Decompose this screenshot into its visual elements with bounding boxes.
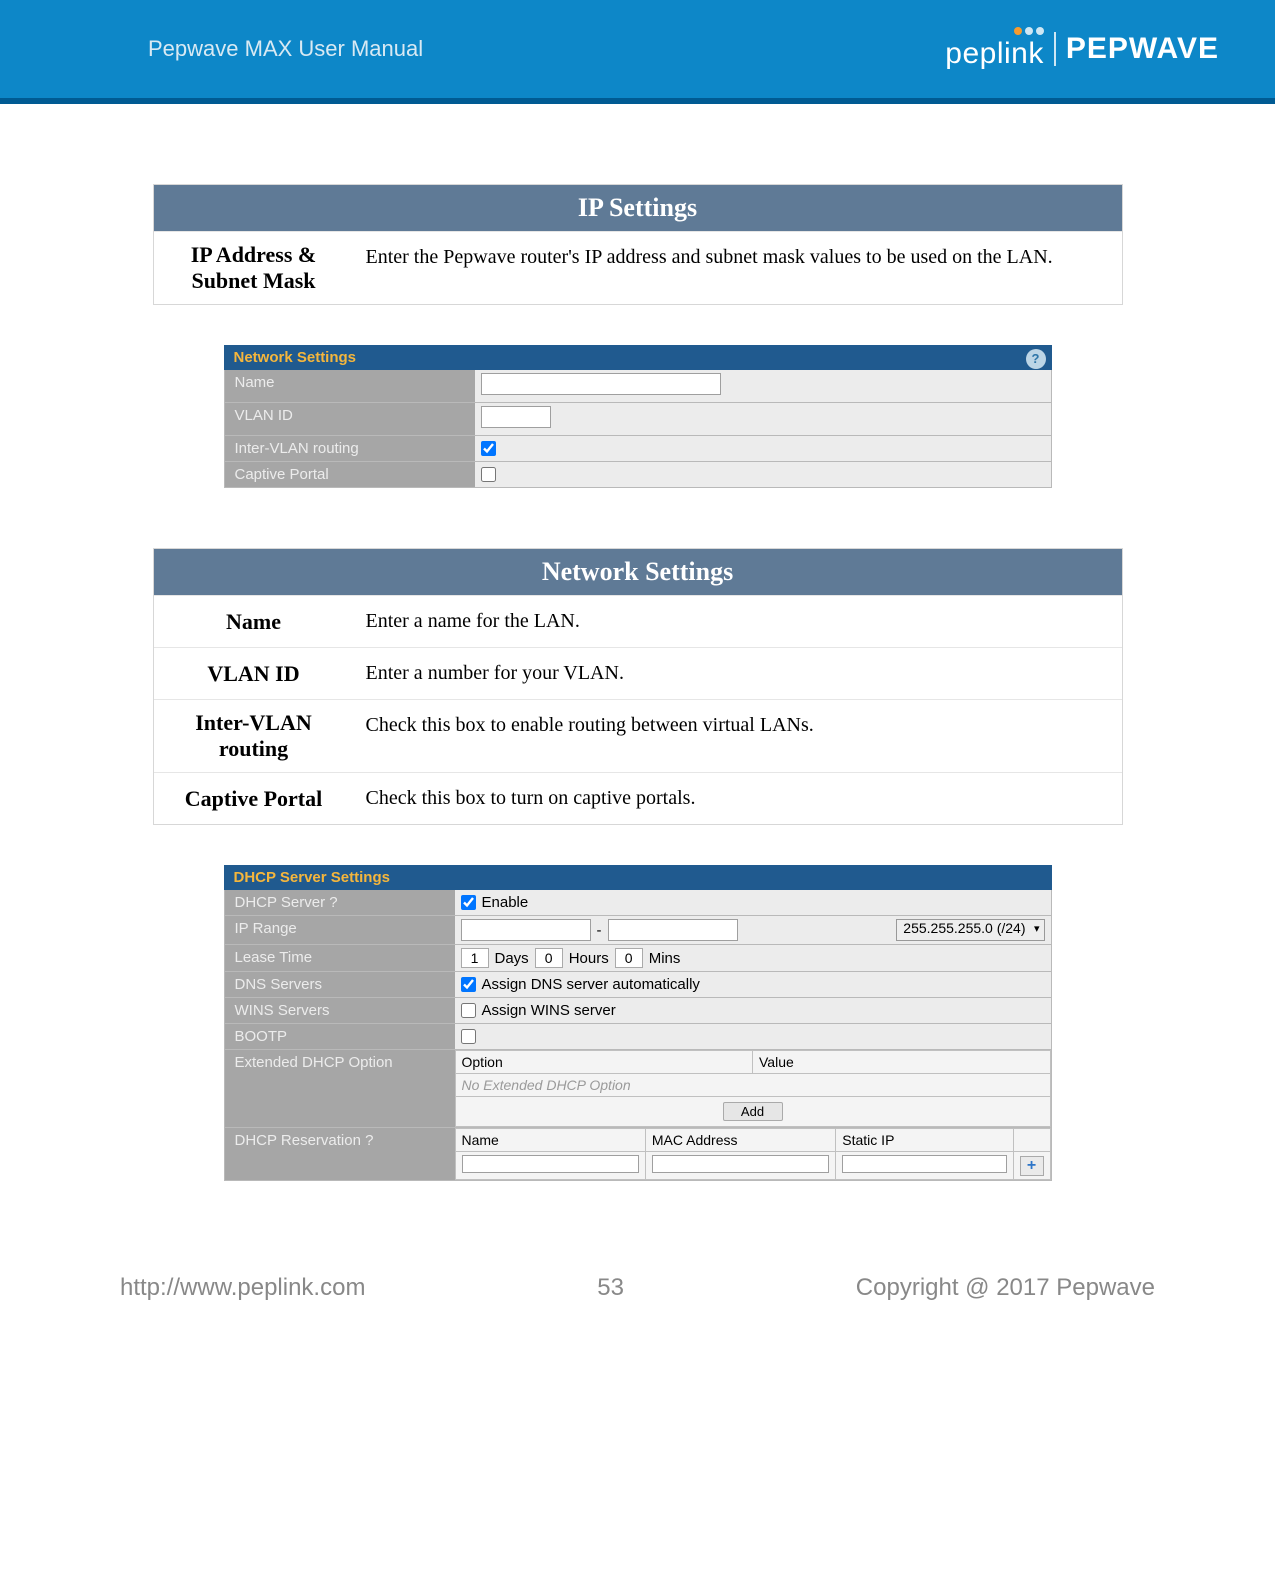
mins-label: Mins [649, 950, 681, 967]
wins-servers-label: WINS Servers [225, 998, 455, 1023]
wins-assign-label: Assign WINS server [482, 1002, 616, 1019]
network-settings-doc: Network Settings Name Enter a name for t… [153, 548, 1123, 825]
name-label: Name [225, 370, 475, 402]
res-mac-col: MAC Address [645, 1129, 835, 1152]
doc-captive-label: Captive Portal [154, 773, 354, 824]
network-settings-doc-title: Network Settings [154, 549, 1122, 595]
brand-peplink: peplink [945, 37, 1044, 71]
ext-dhcp-label: Extended DHCP Option [225, 1050, 455, 1127]
inter-vlan-label: Inter-VLAN routing [225, 436, 475, 461]
res-name-input[interactable] [462, 1155, 639, 1173]
lease-hours-input[interactable] [535, 948, 563, 968]
add-button[interactable]: Add [723, 1102, 783, 1121]
help-icon[interactable]: ? [365, 1132, 373, 1149]
res-mac-input[interactable] [652, 1155, 829, 1173]
wins-assign-checkbox[interactable] [461, 1003, 476, 1018]
doc-vlan-label: VLAN ID [154, 648, 354, 699]
brand-logo: peplink PEPWAVE [945, 27, 1219, 71]
name-input[interactable] [481, 373, 721, 395]
lease-time-label: Lease Time [225, 945, 455, 971]
lease-mins-input[interactable] [615, 948, 643, 968]
enable-label: Enable [482, 894, 529, 911]
footer-page: 53 [597, 1274, 624, 1302]
dhcp-server-label-text: DHCP Server [235, 894, 326, 911]
ext-option-col: Option [455, 1051, 753, 1074]
network-settings-ui: Network Settings ? Name VLAN ID Inter-VL… [224, 345, 1052, 488]
captive-portal-label: Captive Portal [225, 462, 475, 487]
footer-url: http://www.peplink.com [120, 1274, 365, 1302]
doc-intervlan-desc: Check this box to enable routing between… [354, 700, 1122, 772]
doc-name-desc: Enter a name for the LAN. [354, 596, 1122, 647]
doc-name-label: Name [154, 596, 354, 647]
brand-pepwave: PEPWAVE [1066, 32, 1219, 66]
days-label: Days [495, 950, 529, 967]
lease-days-input[interactable] [461, 948, 489, 968]
res-ip-input[interactable] [842, 1155, 1006, 1173]
ext-value-col: Value [753, 1051, 1051, 1074]
doc-intervlan-label: Inter-VLAN routing [154, 700, 354, 772]
network-settings-ui-title: Network Settings ? [224, 345, 1052, 370]
res-ip-col: Static IP [836, 1129, 1013, 1152]
page-header: Pepwave MAX User Manual peplink PEPWAVE [0, 0, 1275, 98]
dhcp-enable-checkbox[interactable] [461, 895, 476, 910]
dns-auto-label: Assign DNS server automatically [482, 976, 700, 993]
dhcp-res-label: DHCP Reservation ? [225, 1128, 455, 1180]
res-name-col: Name [455, 1129, 645, 1152]
dhcp-server-label: DHCP Server ? [225, 890, 455, 915]
add-reservation-button[interactable]: + [1020, 1156, 1044, 1176]
logo-dots-icon [1014, 27, 1044, 35]
bootp-label: BOOTP [225, 1024, 455, 1049]
ip-range-start-input[interactable] [461, 919, 591, 941]
dhcp-res-label-text: DHCP Reservation [235, 1132, 361, 1149]
ext-dhcp-table: Option Value No Extended DHCP Option Add [455, 1050, 1051, 1127]
subnet-mask-select[interactable]: 255.255.255.0 (/24) [896, 919, 1044, 941]
page-footer: http://www.peplink.com 53 Copyright @ 20… [0, 1274, 1275, 1302]
vlan-id-input[interactable] [481, 406, 551, 428]
dhcp-title: DHCP Server Settings [224, 865, 1052, 890]
help-icon[interactable]: ? [1026, 349, 1046, 369]
doc-captive-desc: Check this box to turn on captive portal… [354, 773, 1122, 824]
dns-servers-label: DNS Servers [225, 972, 455, 997]
dns-auto-checkbox[interactable] [461, 977, 476, 992]
vlan-id-label: VLAN ID [225, 403, 475, 435]
subnet-mask-value: 255.255.255.0 (/24) [903, 920, 1025, 936]
dhcp-settings-ui: DHCP Server Settings DHCP Server ? Enabl… [224, 865, 1052, 1181]
network-settings-ui-title-text: Network Settings [234, 349, 357, 366]
footer-copyright: Copyright @ 2017 Pepwave [856, 1274, 1155, 1302]
ip-range-label: IP Range [225, 916, 455, 944]
inter-vlan-checkbox[interactable] [481, 441, 496, 456]
captive-portal-checkbox[interactable] [481, 467, 496, 482]
ip-address-desc: Enter the Pepwave router's IP address an… [354, 232, 1122, 304]
bootp-checkbox[interactable] [461, 1029, 476, 1044]
ip-address-label: IP Address & Subnet Mask [154, 232, 354, 304]
ip-settings-title: IP Settings [154, 185, 1122, 231]
ext-empty-row: No Extended DHCP Option [455, 1074, 1050, 1097]
doc-vlan-desc: Enter a number for your VLAN. [354, 648, 1122, 699]
help-icon[interactable]: ? [329, 894, 337, 911]
dhcp-res-table: Name MAC Address Static IP + [455, 1128, 1051, 1180]
ip-range-sep: - [597, 922, 602, 939]
manual-title: Pepwave MAX User Manual [148, 36, 423, 62]
ip-range-end-input[interactable] [608, 919, 738, 941]
ip-settings-table: IP Settings IP Address & Subnet Mask Ent… [153, 184, 1123, 305]
hours-label: Hours [569, 950, 609, 967]
logo-separator [1054, 32, 1056, 66]
